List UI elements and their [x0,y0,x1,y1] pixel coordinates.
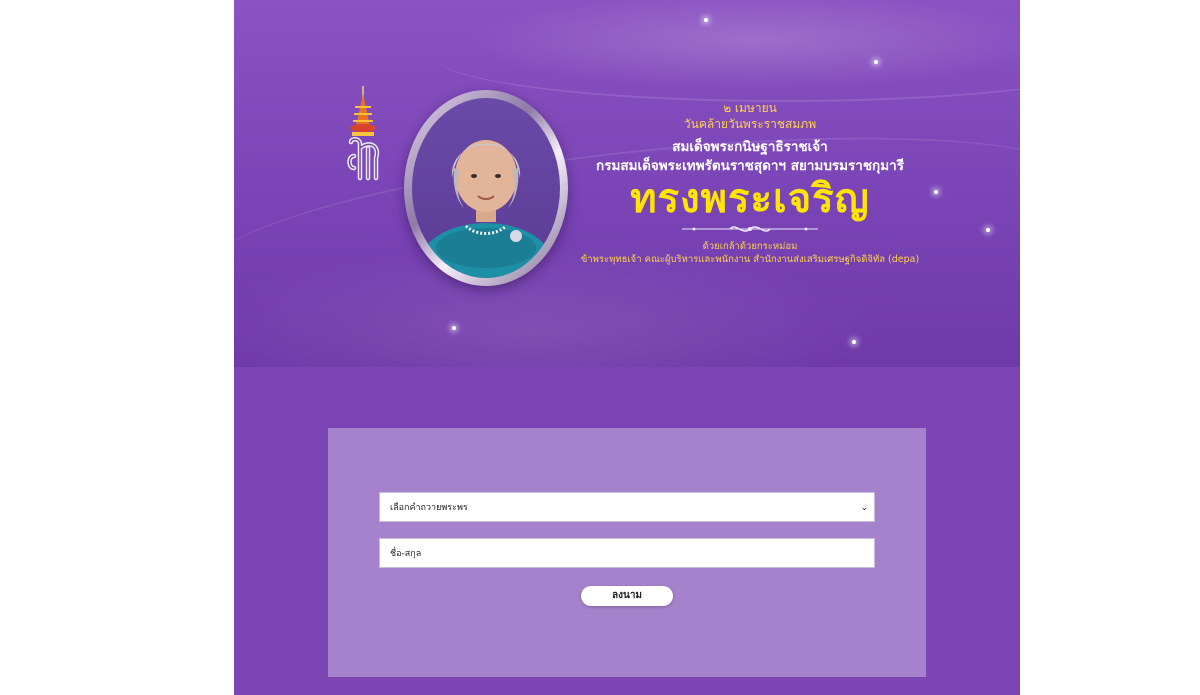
sparkle-decoration [874,60,878,64]
date-text: ๒ เมษายน [723,101,777,115]
occasion-text: วันคล้ายวันพระราชสมภพ [683,117,817,131]
sparkle-decoration [452,326,456,330]
sign-button[interactable]: ลงนาม [581,586,673,606]
main-title: ทรงพระเจริญ [630,176,870,222]
banner: ๒ เมษายน วันคล้ายวันพระราชสมภพ สมเด็จพระ… [234,0,1020,367]
ornament-divider-icon [682,226,818,232]
banner-heading: ๒ เมษายน วันคล้ายวันพระราชสมภพ สมเด็จพระ… [581,100,919,266]
blessing-select-value: เลือกคำถวายพระพร [390,503,468,513]
sparkle-decoration [986,228,990,232]
name-input[interactable]: ชื่อ-สกุล [379,538,875,568]
sparkle-decoration [704,18,708,22]
sparkle-decoration [852,340,856,344]
royal-name-line2: กรมสมเด็จพระเทพรัตนราชสุดาฯ สยามบรมราชกุ… [596,158,904,174]
tribute-line2: ข้าพระพุทธเจ้า คณะผู้บริหารและพนักงาน สำ… [580,254,920,265]
page: ๒ เมษายน วันคล้ายวันพระราชสมภพ สมเด็จพระ… [234,0,1020,695]
sparkle-decoration [934,190,938,194]
portrait-frame [404,90,568,286]
blessing-select[interactable]: เลือกคำถวายพระพร ⌄ [379,492,875,522]
name-input-placeholder: ชื่อ-สกุล [390,549,422,559]
decorative-swoosh [434,10,1020,102]
royal-emblem-icon [347,86,380,181]
chevron-down-icon: ⌄ [860,503,868,513]
tribute-line1: ด้วยเกล้าด้วยกระหม่อม [702,241,798,252]
blessing-form-panel: เลือกคำถวายพระพร ⌄ ชื่อ-สกุล ลงนาม [328,428,926,677]
royal-portrait [412,98,560,278]
royal-name-line1: สมเด็จพระกนิษฐาธิราชเจ้า [672,139,828,155]
